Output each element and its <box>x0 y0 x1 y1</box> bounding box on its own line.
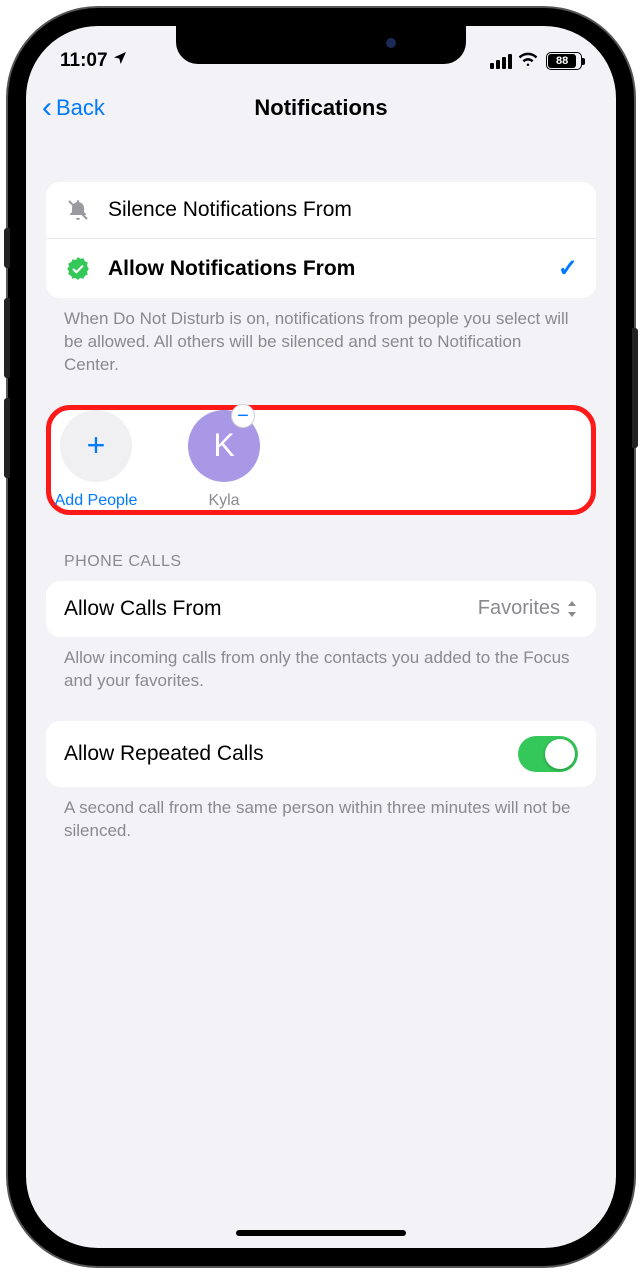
silence-label: Silence Notifications From <box>108 198 578 222</box>
notch <box>176 26 466 64</box>
repeated-calls-label: Allow Repeated Calls <box>64 742 502 766</box>
allow-calls-row-card: Allow Calls From Favorites <box>46 581 596 637</box>
phone-frame: 11:07 88 ‹ Back <box>8 8 634 1266</box>
cellular-icon <box>490 54 512 69</box>
mode-footer: When Do Not Disturb is on, notifications… <box>46 298 596 377</box>
repeated-calls-card: Allow Repeated Calls <box>46 721 596 787</box>
allow-calls-value: Favorites <box>478 597 560 620</box>
silence-option[interactable]: Silence Notifications From <box>46 182 596 238</box>
repeated-calls-footer: A second call from the same person withi… <box>46 787 596 843</box>
contact-item[interactable]: − K Kyla <box>179 410 269 510</box>
back-label: Back <box>56 95 105 121</box>
bell-slash-icon <box>64 198 92 222</box>
allow-repeated-calls-row: Allow Repeated Calls <box>46 721 596 787</box>
page-title: Notifications <box>26 95 616 121</box>
remove-contact-button[interactable]: − <box>231 404 255 428</box>
home-indicator[interactable] <box>236 1230 406 1236</box>
checkmark-seal-icon <box>64 256 92 282</box>
nav-bar: ‹ Back Notifications <box>26 82 616 134</box>
allow-option[interactable]: Allow Notifications From ✓ <box>46 238 596 298</box>
contact-name: Kyla <box>208 492 239 510</box>
chevron-up-down-icon <box>566 600 578 618</box>
status-time: 11:07 <box>60 50 108 72</box>
chevron-left-icon: ‹ <box>42 93 52 123</box>
checkmark-icon: ✓ <box>558 254 578 283</box>
screen: 11:07 88 ‹ Back <box>26 26 616 1248</box>
add-people-label: Add People <box>55 492 138 510</box>
battery-icon: 88 <box>546 52 582 70</box>
add-people-button[interactable]: + Add People <box>51 410 141 510</box>
phone-calls-header: PHONE CALLS <box>46 515 596 581</box>
location-icon <box>112 50 128 72</box>
allowed-people-card: + Add People − K Kyla <box>46 405 596 515</box>
back-button[interactable]: ‹ Back <box>42 93 105 123</box>
battery-percent: 88 <box>548 54 576 68</box>
allow-calls-from-row[interactable]: Allow Calls From Favorites <box>46 581 596 637</box>
allow-calls-label: Allow Calls From <box>64 597 462 621</box>
allow-label: Allow Notifications From <box>108 257 542 281</box>
repeated-calls-toggle[interactable] <box>518 736 578 772</box>
allow-calls-footer: Allow incoming calls from only the conta… <box>46 637 596 693</box>
plus-icon: + <box>60 410 132 482</box>
notification-mode-group: Silence Notifications From Allow Notific… <box>46 182 596 298</box>
wifi-icon <box>518 50 538 72</box>
